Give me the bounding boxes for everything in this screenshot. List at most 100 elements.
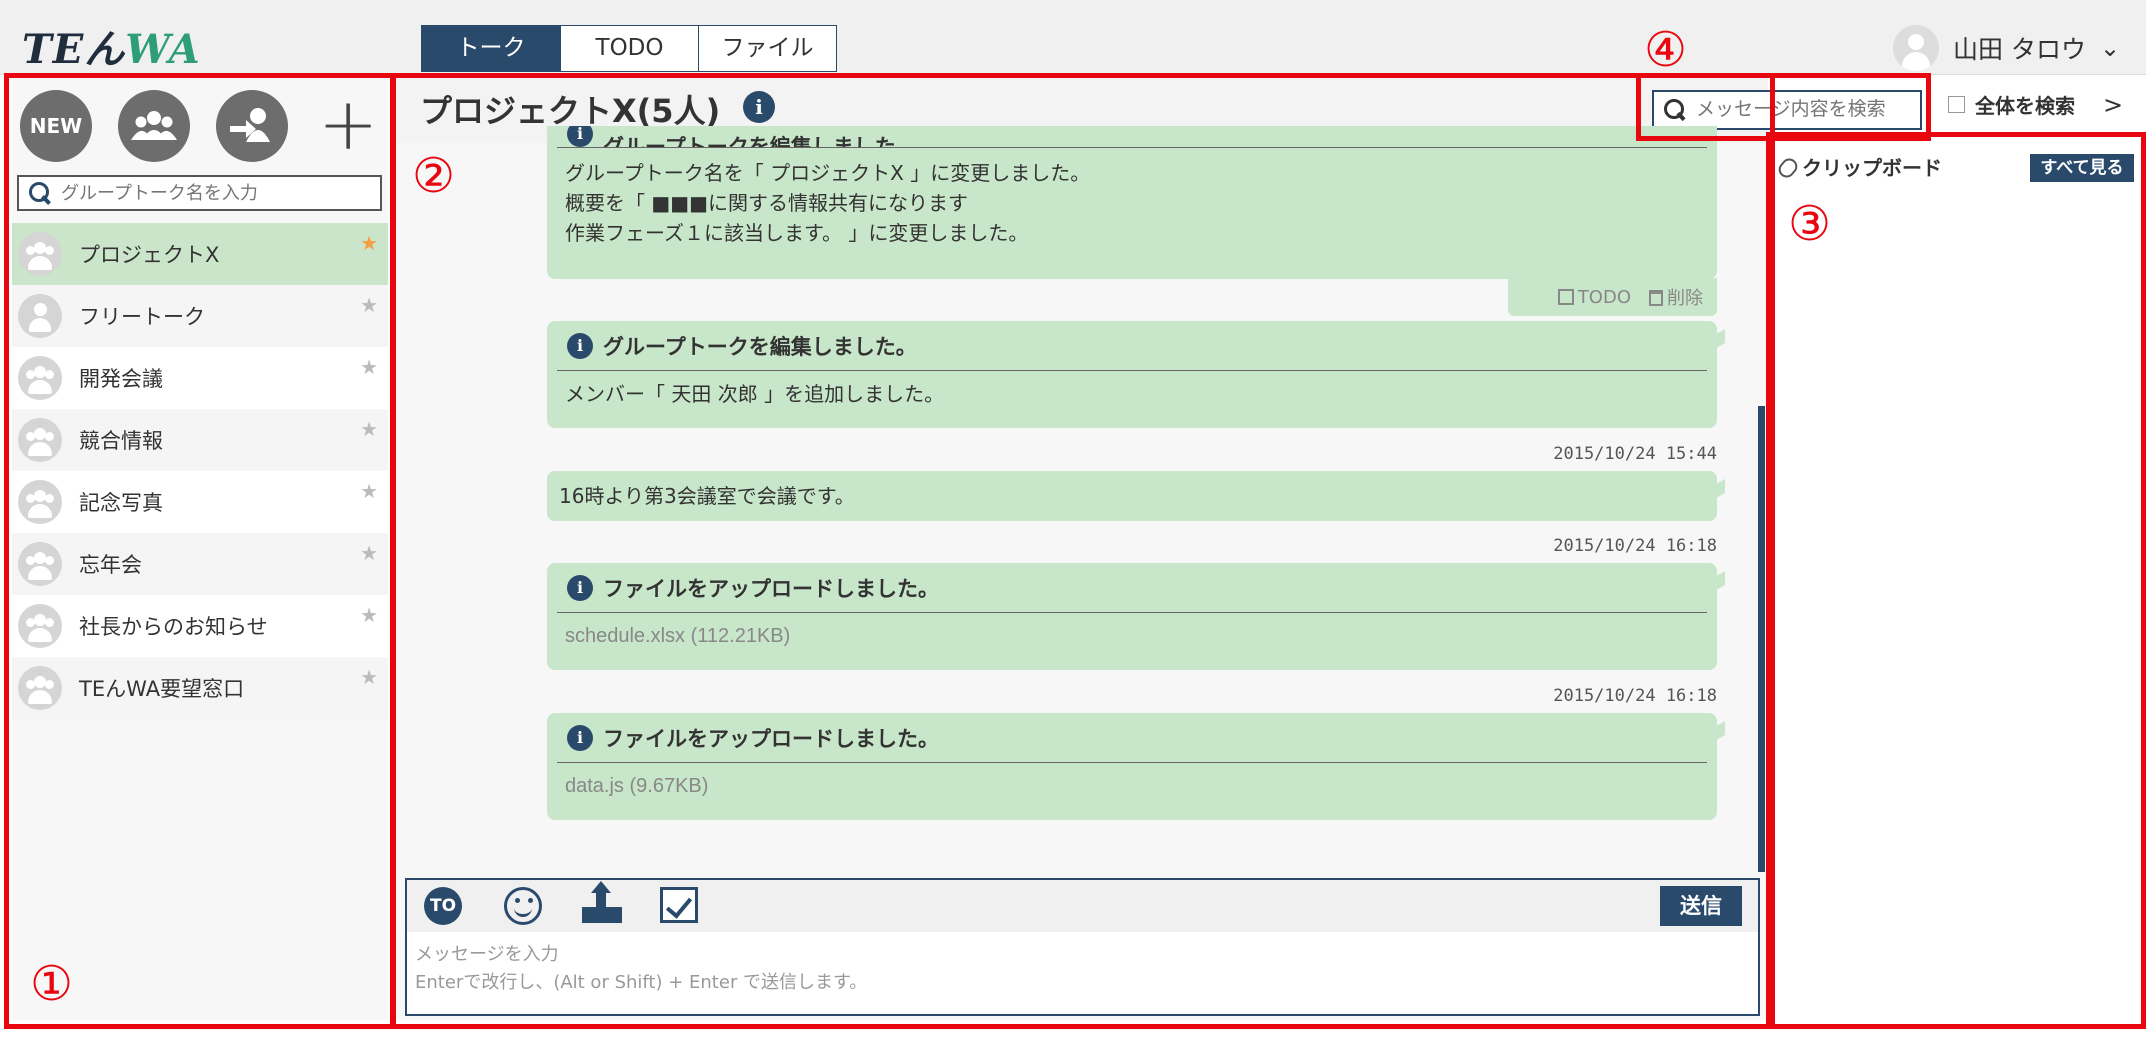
message-body: メンバー「 天田 次郎 」を追加しました。 [565, 382, 945, 406]
group-item[interactable]: フリートーク ★ [12, 285, 388, 347]
group-name: 社長からのお知らせ [79, 615, 268, 639]
group-item[interactable]: TEんWA要望窓口 ★ [12, 657, 388, 719]
see-all-button[interactable]: すべて見る [2030, 154, 2134, 182]
checkbox-icon [1557, 288, 1574, 305]
message-timestamp: 2015/10/24 16:18 [1553, 686, 1717, 706]
send-button[interactable]: 送信 [1660, 886, 1742, 926]
group-icon [131, 111, 177, 140]
info-icon: i [567, 126, 593, 147]
system-message: i グループトークを編集しました。 グループトーク名を「 プロジェクトX 」に変更… [547, 126, 1717, 279]
star-icon[interactable]: ★ [360, 541, 378, 565]
group-icon-button[interactable] [118, 90, 190, 162]
group-item[interactable]: 競合情報 ★ [12, 409, 388, 471]
upload-icon[interactable] [582, 881, 622, 925]
info-icon: i [567, 332, 593, 359]
tab-files[interactable]: ファイル [698, 26, 836, 71]
star-icon[interactable]: ★ [360, 665, 378, 689]
app-header: TEんWA トーク TODO ファイル 山田 タロウ ⌄ [0, 0, 2146, 75]
group-item[interactable]: 忘年会 ★ [12, 533, 388, 595]
group-item[interactable]: 社長からのお知らせ ★ [12, 595, 388, 657]
annotation-number-1: ① [30, 956, 74, 1012]
star-icon[interactable]: ★ [360, 603, 378, 627]
group-avatar [18, 232, 62, 276]
paperclip-icon [1775, 155, 1801, 181]
group-name: 競合情報 [79, 429, 163, 453]
system-message: i グループトークを編集しました。 メンバー「 天田 次郎 」を追加しました。 [547, 321, 1725, 428]
todo-action[interactable]: TODO [1557, 287, 1631, 308]
message-body: グループトーク名を「 プロジェクトX 」に変更しました。 概要を「 ■■■に関す… [565, 161, 1091, 245]
user-avatar [18, 294, 62, 338]
group-name: フリートーク [79, 305, 205, 329]
group-name: 開発会議 [79, 367, 163, 391]
new-button[interactable]: NEW [20, 90, 92, 162]
chat-panel: プロジェクトX(5人) i iグループトークを編集しました。 グループトーク名を… [395, 78, 1922, 1020]
message-header: i ファイルをアップロードしました。 [557, 713, 1707, 763]
group-avatar [18, 356, 62, 400]
group-search-input[interactable] [61, 182, 361, 204]
tab-talk[interactable]: トーク [422, 26, 560, 71]
group-sidebar: NEW + プロジェクトX ★ フリートーク ★ 開発会議 ★ 競合情報 ★ 記念写真 ★… [12, 78, 388, 1020]
group-name: TEんWA要望窓口 [79, 677, 245, 701]
message-header: i ファイルをアップロードしました。 [557, 563, 1707, 613]
composer-toolbar: TO 送信 [407, 880, 1758, 932]
file-message: i ファイルをアップロードしました。 data.js (9.67KB) [547, 713, 1725, 820]
chevron-right-icon[interactable]: > [2103, 91, 2123, 119]
tab-todo[interactable]: TODO [560, 26, 698, 71]
group-list: プロジェクトX ★ フリートーク ★ 開発会議 ★ 競合情報 ★ 記念写真 ★ 忘年会 ★ … [12, 223, 388, 719]
chat-scrollbar[interactable] [1758, 406, 1765, 872]
chevron-down-icon: ⌄ [2099, 34, 2121, 62]
clipboard-label: クリップボード [1775, 152, 1942, 181]
star-icon[interactable]: ★ [360, 293, 378, 317]
file-message: i ファイルをアップロードしました。 schedule.xlsx (112.21K… [547, 563, 1725, 670]
star-icon[interactable]: ★ [360, 479, 378, 503]
group-search [17, 175, 382, 211]
annotation-number-4: ④ [1644, 22, 1688, 78]
group-name: 記念写真 [79, 491, 163, 515]
info-icon: i [567, 574, 593, 601]
user-name: 山田 タロウ [1953, 35, 2086, 64]
emoji-icon[interactable] [504, 887, 542, 925]
group-item[interactable]: プロジェクトX ★ [12, 223, 388, 285]
text-message: 16時より第3会議室で会議です。 [547, 471, 1725, 521]
global-search-label: 全体を検索 [1975, 94, 2075, 118]
group-avatar [18, 604, 62, 648]
info-icon[interactable]: i [743, 91, 775, 123]
message-search-input[interactable] [1696, 99, 1916, 121]
message-composer: TO 送信 メッセージを入力 Enterで改行し、(Alt or Shift) … [405, 878, 1760, 1016]
info-icon: i [567, 724, 593, 751]
group-item[interactable]: 記念写真 ★ [12, 471, 388, 533]
group-avatar [18, 480, 62, 524]
file-link[interactable]: schedule.xlsx (112.21KB) [547, 613, 1717, 659]
join-button[interactable] [216, 90, 288, 162]
message-input-hint: Enterで改行し、(Alt or Shift) + Enter で送信します。 [415, 972, 868, 993]
message-input-placeholder[interactable]: メッセージを入力 [415, 940, 559, 966]
star-icon[interactable]: ★ [360, 355, 378, 379]
file-link[interactable]: data.js (9.67KB) [547, 763, 1717, 809]
search-icon [29, 182, 51, 204]
group-item[interactable]: 開発会議 ★ [12, 347, 388, 409]
group-avatar [18, 666, 62, 710]
group-name: 忘年会 [79, 553, 142, 577]
delete-action[interactable]: 削除 [1649, 284, 1703, 310]
group-avatar [18, 418, 62, 462]
clipboard-panel: クリップボード すべて見る [1773, 138, 2140, 1020]
user-menu[interactable]: 山田 タロウ ⌄ [1893, 22, 2120, 74]
global-search-checkbox[interactable] [1948, 96, 1965, 113]
message-search [1652, 90, 1922, 130]
main-tabs: トーク TODO ファイル [421, 25, 837, 72]
add-group-button[interactable]: + [318, 88, 378, 160]
global-search[interactable]: 全体を検索 > [1948, 90, 2123, 119]
star-icon[interactable]: ★ [360, 417, 378, 441]
message-timestamp: 2015/10/24 15:44 [1553, 444, 1717, 464]
app-logo: TEんWA [22, 26, 201, 73]
group-avatar [18, 542, 62, 586]
todo-checkbox-icon[interactable] [660, 887, 698, 923]
to-icon[interactable]: TO [424, 887, 462, 925]
search-icon [1664, 99, 1686, 121]
annotation-number-2: ② [412, 148, 456, 204]
message-timestamp: 2015/10/24 16:18 [1553, 536, 1717, 556]
star-icon[interactable]: ★ [360, 231, 378, 255]
avatar [1893, 25, 1939, 71]
message-body: 16時より第3会議室で会議です。 [559, 484, 855, 508]
annotation-number-3: ③ [1788, 196, 1832, 252]
